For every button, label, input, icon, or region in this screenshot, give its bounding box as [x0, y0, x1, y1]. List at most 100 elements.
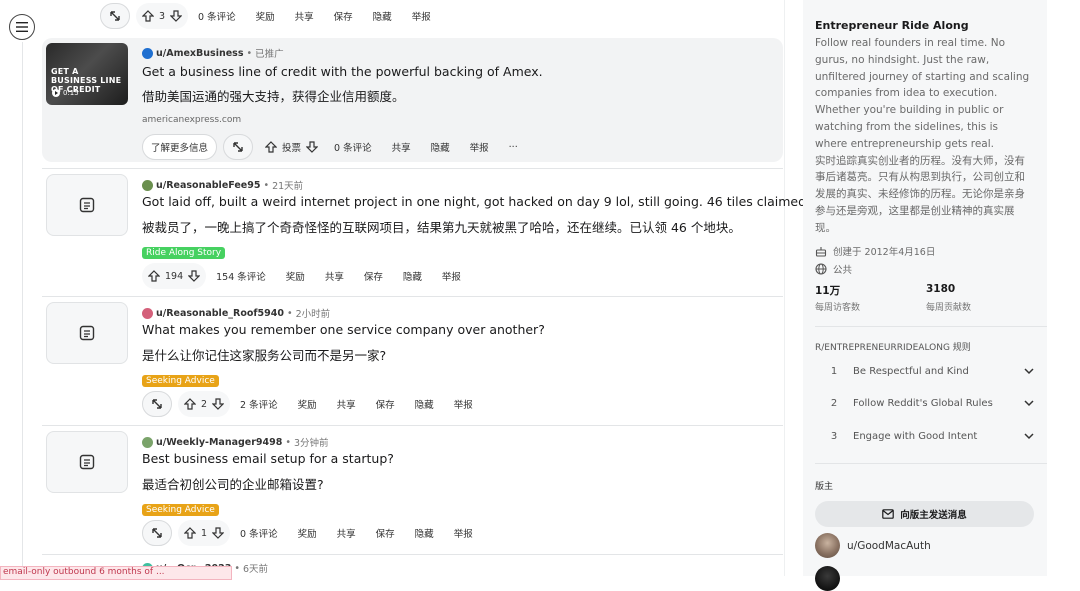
post-thumbnail[interactable]: [46, 302, 128, 364]
hide-button[interactable]: 隐藏: [405, 397, 444, 411]
vote-control: 2: [178, 391, 231, 417]
upvote-icon[interactable]: [142, 10, 154, 22]
post-card[interactable]: u/Weekly-Manager9498 • 3分钟前 Best busines…: [42, 427, 783, 551]
award-button[interactable]: 奖励: [288, 397, 327, 411]
post-title-translation[interactable]: 被裁员了，一晚上搞了个奇奇怪怪的互联网项目，结果第九天就被黑了哈哈，还在继续。已…: [142, 217, 741, 236]
save-button[interactable]: 保存: [366, 526, 405, 540]
post-actions: 2 2 条评论 奖励 共享 保存 隐藏 举报: [142, 391, 483, 417]
hide-button[interactable]: 隐藏: [405, 526, 444, 540]
report-button[interactable]: 举报: [402, 9, 441, 23]
chevron-down-icon: [1024, 433, 1034, 440]
expand-button[interactable]: [223, 134, 254, 160]
post-thumbnail[interactable]: [46, 174, 128, 236]
post-flair[interactable]: Seeking Advice: [142, 504, 219, 516]
expand-button[interactable]: [142, 391, 172, 417]
avatar[interactable]: [142, 47, 153, 59]
save-button[interactable]: 保存: [354, 269, 393, 283]
comments-button[interactable]: 0 条评论: [188, 9, 246, 23]
more-options-button[interactable]: ···: [499, 142, 528, 153]
rule-item[interactable]: 3 Engage with Good Intent: [815, 424, 1035, 448]
toast-notification[interactable]: email-only outbound 6 months of ...: [0, 566, 232, 580]
share-button[interactable]: 共享: [382, 140, 421, 154]
expand-button[interactable]: [142, 520, 172, 546]
post-divider: [42, 296, 783, 297]
post-title[interactable]: Got laid off, built a weird internet pro…: [142, 194, 810, 209]
nav-divider: [22, 42, 23, 576]
message-mods-button[interactable]: 向版主发送消息: [815, 501, 1034, 527]
expand-button[interactable]: [100, 3, 130, 29]
share-button[interactable]: 共享: [315, 269, 354, 283]
comments-button[interactable]: 0 条评论: [324, 140, 382, 154]
post-author[interactable]: u/ReasonableFee95: [156, 180, 260, 191]
post-title[interactable]: Get a business line of credit with the p…: [142, 64, 543, 79]
comments-button[interactable]: 2 条评论: [230, 397, 288, 411]
save-button[interactable]: 保存: [366, 397, 405, 411]
hide-button[interactable]: 隐藏: [363, 9, 402, 23]
post-thumbnail[interactable]: [46, 431, 128, 493]
ad-thumbnail[interactable]: GET A BUSINESS LINE OF CREDIT 0:15: [46, 43, 128, 105]
moderator-name[interactable]: u/GoodMacAuth: [847, 540, 931, 552]
hide-button[interactable]: 隐藏: [393, 269, 432, 283]
post-title-translation[interactable]: 是什么让你记住这家服务公司而不是另一家?: [142, 345, 386, 364]
rule-item[interactable]: 2 Follow Reddit's Global Rules: [815, 391, 1035, 415]
upvote-icon[interactable]: [184, 527, 196, 539]
post-meta: u/ReasonableFee95 • 21天前: [142, 178, 303, 192]
post-title-translation[interactable]: 最适合初创公司的企业邮箱设置?: [142, 474, 324, 493]
post-title[interactable]: Best business email setup for a startup?: [142, 451, 394, 466]
downvote-icon[interactable]: [306, 141, 319, 153]
post-card[interactable]: u/Reasonable_Roof5940 • 2小时前 What makes …: [42, 298, 783, 422]
promoted-post[interactable]: GET A BUSINESS LINE OF CREDIT 0:15 u/Ame…: [42, 38, 783, 162]
promoted-label: 已推广: [255, 49, 284, 60]
vote-count: 194: [165, 270, 184, 282]
share-button[interactable]: 共享: [327, 526, 366, 540]
award-button[interactable]: 奖励: [246, 9, 285, 23]
hide-button[interactable]: 隐藏: [421, 140, 460, 154]
downvote-icon[interactable]: [188, 270, 201, 282]
avatar[interactable]: [142, 307, 153, 319]
comments-button[interactable]: 0 条评论: [230, 526, 288, 540]
save-button[interactable]: 保存: [324, 9, 363, 23]
post-flair[interactable]: Seeking Advice: [142, 375, 219, 387]
moderator-item[interactable]: [815, 566, 840, 591]
post-author[interactable]: u/Weekly-Manager9498: [156, 437, 282, 448]
weekly-contributions-count: 3180: [926, 283, 956, 295]
post-meta: u/AmexBusiness • 已推广: [142, 46, 284, 60]
upvote-icon[interactable]: [265, 141, 278, 153]
post-divider: [42, 168, 783, 169]
post-card[interactable]: u/ReasonableFee95 • 21天前 Got laid off, b…: [42, 170, 810, 294]
report-button[interactable]: 举报: [432, 269, 471, 283]
downvote-icon[interactable]: [212, 398, 225, 410]
vote-count: 1: [201, 527, 208, 539]
moderator-item[interactable]: u/GoodMacAuth: [815, 533, 931, 558]
rule-item[interactable]: 1 Be Respectful and Kind: [815, 359, 1035, 383]
post-time: 21天前: [272, 181, 304, 192]
comments-button[interactable]: 154 条评论: [206, 269, 276, 283]
report-button[interactable]: 举报: [444, 526, 483, 540]
top-post-actions: 3 0 条评论 奖励 共享 保存 隐藏 举报: [100, 3, 441, 29]
share-button[interactable]: 共享: [327, 397, 366, 411]
award-button[interactable]: 奖励: [288, 526, 327, 540]
share-button[interactable]: 共享: [285, 9, 324, 23]
post-author[interactable]: u/AmexBusiness: [156, 48, 244, 59]
upvote-icon[interactable]: [184, 398, 196, 410]
weekly-visitors-count: 11万: [815, 285, 841, 297]
vote-count: 3: [159, 10, 166, 22]
menu-button[interactable]: [9, 14, 35, 40]
avatar[interactable]: [142, 179, 153, 191]
post-flair[interactable]: Ride Along Story: [142, 247, 226, 259]
created-date: 创建于 2012年4月16日: [815, 244, 935, 258]
downvote-icon[interactable]: [170, 10, 183, 22]
post-title[interactable]: What makes you remember one service comp…: [142, 322, 545, 337]
ad-url[interactable]: americanexpress.com: [142, 115, 241, 125]
post-title-translation[interactable]: 借助美国运通的强大支持，获得企业信用额度。: [142, 86, 405, 105]
report-button[interactable]: 举报: [444, 397, 483, 411]
avatar[interactable]: [142, 436, 153, 448]
chevron-down-icon: [1024, 368, 1034, 375]
award-button[interactable]: 奖励: [276, 269, 315, 283]
visibility: 公共: [815, 262, 852, 276]
upvote-icon[interactable]: [148, 270, 160, 282]
learn-more-button[interactable]: 了解更多信息: [142, 134, 218, 160]
downvote-icon[interactable]: [212, 527, 225, 539]
report-button[interactable]: 举报: [460, 140, 499, 154]
post-author[interactable]: u/Reasonable_Roof5940: [156, 308, 284, 319]
